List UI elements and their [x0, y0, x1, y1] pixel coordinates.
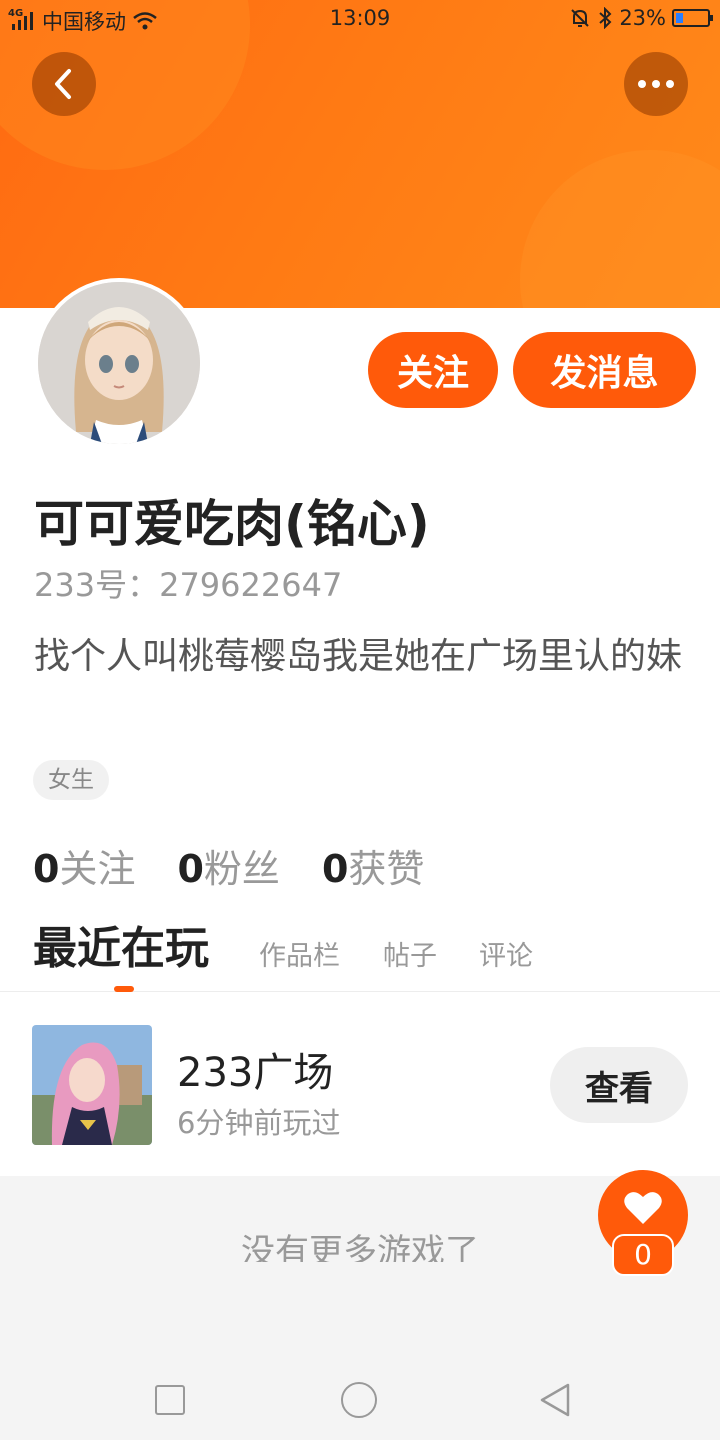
tab-works[interactable]: 作品栏 — [259, 928, 340, 986]
like-count-badge: 0 — [612, 1234, 674, 1276]
profile-stats: 0关注 0粉丝 0获赞 — [33, 838, 424, 893]
bluetooth-icon — [599, 7, 612, 29]
mute-bell-icon — [571, 9, 590, 27]
likes-count[interactable]: 0获赞 — [322, 838, 424, 893]
profile-header-banner — [0, 0, 720, 308]
send-message-button[interactable]: 发消息 — [513, 332, 696, 408]
status-bar: 4G 中国移动 13:09 23% — [0, 0, 720, 38]
list-item[interactable]: 233广场 6分钟前玩过 查看 — [0, 1000, 720, 1176]
chevron-left-icon — [55, 69, 71, 99]
more-dots-icon — [638, 80, 674, 88]
battery-percent: 23% — [619, 6, 666, 30]
last-played-time: 6分钟前玩过 — [177, 1106, 341, 1140]
tab-posts[interactable]: 帖子 — [383, 928, 437, 986]
more-options-button[interactable] — [624, 52, 688, 116]
back-button[interactable] — [32, 52, 96, 116]
active-tab-indicator — [114, 986, 134, 992]
tab-comments[interactable]: 评论 — [479, 928, 533, 986]
profile-tabs: 最近在玩 作品栏 帖子 评论 — [0, 920, 720, 992]
avatar[interactable] — [34, 278, 204, 448]
system-navigation-bar — [0, 1360, 720, 1440]
profile-bio: 找个人叫桃莓樱岛我是她在广场里认的妹 — [34, 636, 683, 677]
battery-icon — [672, 9, 713, 27]
avatar-image — [38, 282, 200, 444]
game-thumbnail — [32, 1025, 152, 1145]
profile-uid: 233号：279622647 — [34, 566, 343, 604]
heart-icon — [624, 1192, 662, 1224]
follow-button[interactable]: 关注 — [368, 332, 498, 408]
profile-nickname: 可可爱吃肉(铭心) — [34, 495, 430, 553]
followers-count[interactable]: 0粉丝 — [177, 838, 279, 893]
game-name: 233广场 — [177, 1050, 334, 1096]
following-count[interactable]: 0关注 — [33, 838, 135, 893]
triangle-back-icon[interactable] — [538, 1382, 572, 1418]
tab-recently-played[interactable]: 最近在玩 — [33, 920, 209, 978]
square-icon[interactable] — [155, 1385, 185, 1415]
gender-tag: 女生 — [33, 760, 109, 800]
header-decoration — [520, 150, 720, 308]
view-game-button[interactable]: 查看 — [550, 1047, 688, 1123]
circle-home-icon[interactable] — [341, 1382, 377, 1418]
